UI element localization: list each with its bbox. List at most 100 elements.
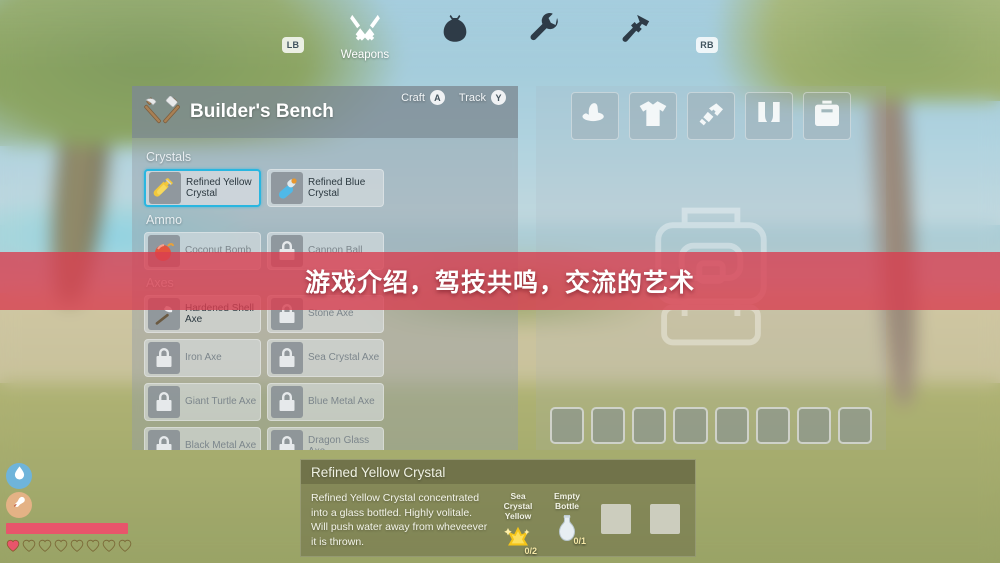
blue-flask-icon [271,172,303,204]
recipe-item[interactable]: Sea Crystal Axe [267,339,384,377]
recipe-item-label: Refined Blue Crystal [308,176,366,200]
craft-button-label: Craft [401,91,425,104]
wrench-icon [528,10,562,48]
craft-button-key: A [429,90,445,105]
category-tab-building[interactable] [606,10,664,49]
water-drop-icon [11,465,28,487]
thirst-indicator [6,463,32,489]
heart-icon-empty [22,539,36,557]
lock-icon [148,386,180,418]
heart-icon-filled [6,539,20,557]
item-detail-title: Refined Yellow Crystal [301,460,695,484]
hotbar-slot[interactable] [632,407,667,444]
lock-icon [271,430,303,450]
hotbar-slot[interactable] [796,407,831,444]
empty-bottle-icon: 0/1 [547,513,587,546]
boots-icon [753,98,785,135]
track-button-key: Y [491,90,506,105]
hotbar-slot[interactable] [550,407,585,444]
stamina-bar [6,523,128,534]
lock-icon [271,342,303,374]
ingredient-list: Sea Crystal Yellow 0/2 Empty Bottle 0/1 [498,491,685,556]
hammer-icon [618,10,652,48]
hotbar-slot[interactable] [837,407,872,444]
ingredient-label: Sea Crystal Yellow [503,491,533,521]
recipe-item-label: Iron Axe [185,352,222,364]
hotbar-slot[interactable] [673,407,708,444]
backpack-icon [811,98,843,135]
category-tab-label-weapons: Weapons [340,49,390,61]
track-button[interactable]: Track Y [459,90,506,105]
equipment-slot-row [536,86,886,140]
recipe-item[interactable]: Refined Blue Crystal [267,169,384,207]
heart-icon-empty [86,539,100,557]
recipe-item-label: Giant Turtle Axe [185,396,257,408]
hunger-indicator [6,492,32,518]
hotbar-slot[interactable] [591,407,626,444]
backpack-slot[interactable] [803,92,851,140]
recipe-item[interactable]: Iron Axe [144,339,261,377]
heart-icon-empty [54,539,68,557]
category-tab-resources[interactable] [426,10,484,49]
money-bag-icon [438,10,472,48]
ingredient-slot-empty[interactable] [596,491,636,555]
recipe-item[interactable]: Dragon Glass Axe [267,427,384,450]
crossed-swords-icon [348,10,382,48]
ingredient-slot[interactable]: Sea Crystal Yellow 0/2 [498,491,538,556]
promo-banner-text: 游戏介绍，驾技共鸣，交流的艺术 [304,268,695,297]
crafting-panel-actions: Craft A Track Y [401,90,506,105]
recipe-item-label: Black Metal Axe [185,440,257,450]
game-screen: LB Weapons RB Builder's Bench Craft A Tr… [0,0,1000,563]
feet-slot[interactable] [745,92,793,140]
heart-icon-empty [70,539,84,557]
lock-icon [148,342,180,374]
heart-icon-empty [102,539,116,557]
item-detail-panel: Refined Yellow Crystal Refined Yellow Cr… [300,459,696,557]
recipe-item[interactable]: Black Metal Axe [144,427,261,450]
recipe-item-label: Blue Metal Axe [308,396,375,408]
crossed-hammer-pickaxe-icon [144,95,181,128]
shirt-icon [637,98,669,135]
category-tab-weapons[interactable]: Weapons [336,10,394,61]
promo-banner: 游戏介绍，驾技共鸣，交流的艺术 [0,252,1000,310]
heart-icon-empty [38,539,52,557]
player-status-hud [6,463,156,557]
right-bumper-hint: RB [696,37,718,53]
head-slot[interactable] [571,92,619,140]
item-detail-body: Refined Yellow Crystal concentrated into… [301,484,695,556]
left-bumper-hint: LB [282,37,304,53]
health-hearts [6,539,156,557]
empty-ingredient-box [601,504,631,534]
hotbar-slot[interactable] [755,407,790,444]
yellow-crystal-icon: 0/2 [498,523,538,556]
section-header-crystals: Crystals [146,150,192,164]
ingredient-slot-empty[interactable] [645,491,685,555]
category-navbar: LB Weapons RB [0,0,1000,72]
heart-icon-empty [118,539,132,557]
ingredient-quantity: 0/1 [573,536,586,546]
yellow-flask-icon [149,172,181,204]
recipe-item[interactable]: Refined Yellow Crystal [144,169,261,207]
lock-icon [271,386,303,418]
ingredient-slot[interactable]: Empty Bottle 0/1 [547,491,587,555]
ingredient-label: Empty Bottle [554,491,580,511]
recipe-item[interactable]: Giant Turtle Axe [144,383,261,421]
recipe-item-label: Dragon Glass Axe [308,434,370,451]
recipe-group-crystals: Refined Yellow Crystal Refined Blue Crys… [144,169,506,207]
hands-slot[interactable] [687,92,735,140]
gloves-icon [695,98,727,135]
item-detail-description: Refined Yellow Crystal concentrated into… [311,492,488,548]
lock-icon [148,430,180,450]
hotbar [550,407,872,444]
recipe-item-label: Refined Yellow Crystal [186,176,252,200]
category-tab-tools[interactable] [516,10,574,49]
hotbar-slot[interactable] [714,407,749,444]
hat-icon [579,98,611,135]
empty-ingredient-box [650,504,680,534]
craft-button[interactable]: Craft A [401,90,445,105]
recipe-item[interactable]: Blue Metal Axe [267,383,384,421]
track-button-label: Track [458,91,486,104]
section-header-ammo: Ammo [146,213,183,227]
chest-slot[interactable] [629,92,677,140]
recipe-group-axes: Hardened Shell Axe Stone Axe Iron Axe [144,295,506,450]
